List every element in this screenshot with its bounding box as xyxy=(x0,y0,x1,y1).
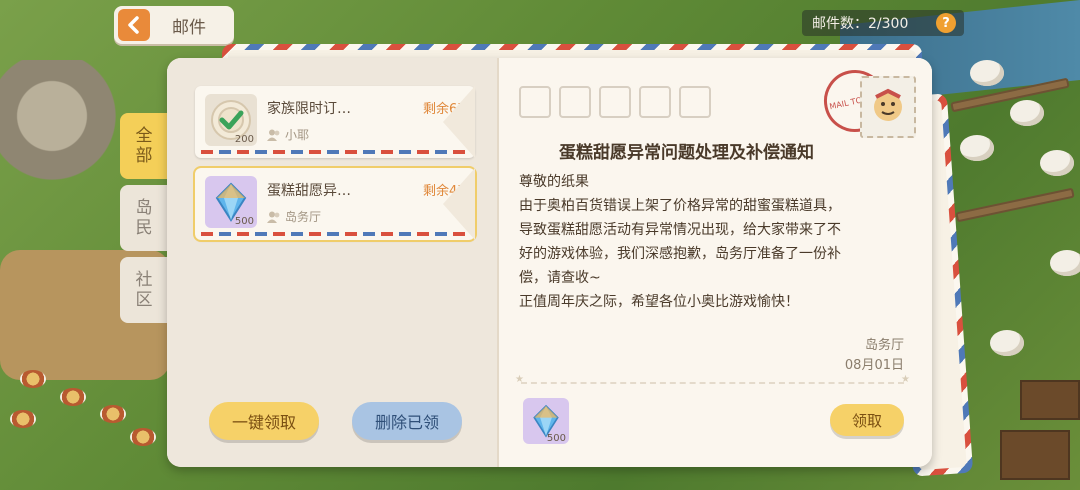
page-title: 邮件 xyxy=(172,17,206,38)
mail-detail-pane: MAIL TO YOU 蛋糕甜愿异常问题处理及补偿通知 尊敬的纸果 由于奥柏百货… xyxy=(497,58,932,467)
envelope-flap xyxy=(443,86,475,158)
tab-islanders-label-top: 岛 xyxy=(135,198,153,218)
stamp-slot xyxy=(559,86,591,118)
person-icon xyxy=(267,129,280,141)
mail-sender-name: 小耶 xyxy=(285,128,310,142)
badge-check-icon: 200 xyxy=(205,94,257,146)
mail-body-line: 由于奥柏百货错误上架了价格异常的甜蜜蛋糕道具， xyxy=(519,198,841,214)
mail-body-line: 好的游戏体验，我们深感抱歉，岛务厅准备了一份补 xyxy=(519,246,841,262)
tab-all-label-top: 全 xyxy=(135,126,153,146)
tab-all[interactable]: 全 部 xyxy=(120,113,168,179)
stamp-slot xyxy=(639,86,671,118)
sign-date: 08月01日 xyxy=(844,358,904,373)
crystal-icon: 500 xyxy=(205,176,257,228)
category-tabs: 全 部 岛 民 社 区 xyxy=(120,113,170,329)
mail-body-line: 偿，请查收~ xyxy=(519,270,601,286)
person-icon xyxy=(267,211,280,223)
mail-panel: 200 家族限时订… 剩余6天 小耶 500 蛋糕甜愿异… 剩余4天 岛务厅 一… xyxy=(167,58,932,467)
sign-name: 岛务厅 xyxy=(864,338,904,353)
claim-button[interactable]: 领取 xyxy=(830,404,904,436)
mail-heading: 蛋糕甜愿异常问题处理及补偿通知 xyxy=(559,143,814,163)
tab-islanders[interactable]: 岛 民 xyxy=(120,185,168,251)
mail-count-text: 邮件数：2/300 xyxy=(812,16,909,32)
mail-list-pane: 200 家族限时订… 剩余6天 小耶 500 蛋糕甜愿异… 剩余4天 岛务厅 一… xyxy=(167,58,497,467)
mail-sender: 岛务厅 xyxy=(267,208,321,225)
mail-body-line: 尊敬的纸果 xyxy=(519,174,589,190)
mail-list-item-selected[interactable]: 500 蛋糕甜愿异… 剩余4天 岛务厅 xyxy=(193,166,477,242)
claim-all-button[interactable]: 一键领取 xyxy=(209,402,319,440)
mail-title: 蛋糕甜愿异… xyxy=(267,183,351,199)
item-quantity: 500 xyxy=(234,216,254,227)
mail-sender-name: 岛务厅 xyxy=(285,210,322,224)
mail-body-line: 导致蛋糕甜愿活动有异常情况出现，给大家带来了不 xyxy=(519,222,841,238)
help-icon[interactable]: ? xyxy=(936,13,956,33)
stamp-slot xyxy=(679,86,711,118)
envelope-flap xyxy=(443,168,475,240)
mail-title: 家族限时订… xyxy=(267,101,351,117)
airmail-stripe xyxy=(201,232,469,236)
tab-islanders-label-bottom: 民 xyxy=(135,218,153,238)
mail-body: 尊敬的纸果 由于奥柏百货错误上架了价格异常的甜蜜蛋糕道具， 导致蛋糕甜愿活动有异… xyxy=(519,170,909,314)
attachment-quantity: 500 xyxy=(546,433,566,444)
back-arrow-icon xyxy=(118,9,150,41)
stamp-slot xyxy=(519,86,551,118)
delete-claimed-button[interactable]: 删除已领 xyxy=(352,402,462,440)
airmail-stripe xyxy=(201,150,469,154)
item-quantity: 200 xyxy=(234,134,254,145)
mail-body-line: 正值周年庆之际，希望各位小奥比游戏愉快！ xyxy=(519,294,799,310)
mail-sender: 小耶 xyxy=(267,126,309,143)
tab-community[interactable]: 社 区 xyxy=(120,257,168,323)
stamp-slot xyxy=(599,86,631,118)
mail-signature: 岛务厅 08月01日 xyxy=(845,336,904,376)
mail-count-display: 邮件数：2/300 ? xyxy=(802,10,964,36)
divider xyxy=(515,374,910,385)
mail-list-item[interactable]: 200 家族限时订… 剩余6天 小耶 xyxy=(195,86,475,158)
tab-community-label-bottom: 区 xyxy=(135,290,153,310)
postage-stamp-icon xyxy=(860,76,916,138)
tab-all-label-bottom: 部 xyxy=(135,146,153,166)
tab-community-label-top: 社 xyxy=(135,270,153,290)
attachment-crystal-icon[interactable]: 500 xyxy=(523,398,569,444)
back-button[interactable]: 邮件 xyxy=(114,6,234,44)
stamp-slots xyxy=(519,86,711,118)
